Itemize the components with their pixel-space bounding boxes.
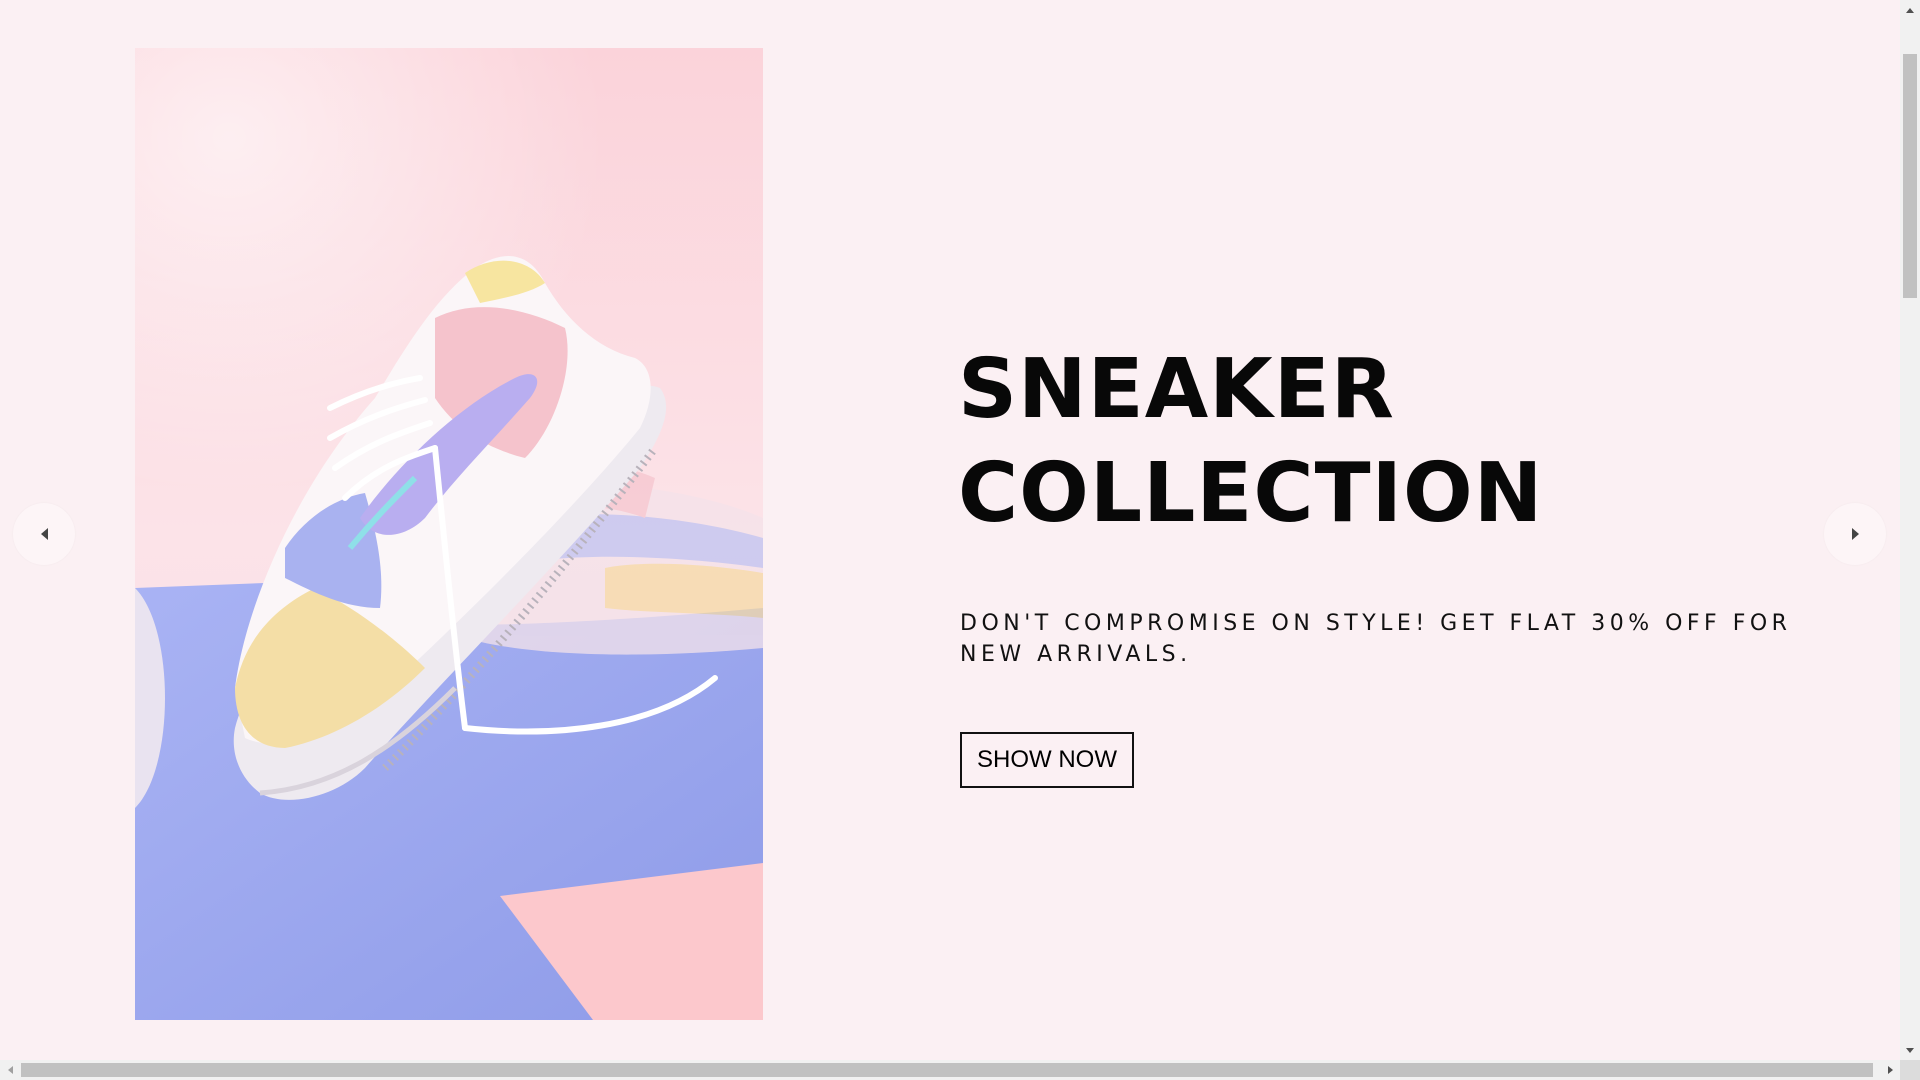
scroll-left-button[interactable] [0, 1060, 20, 1080]
hero-subtitle: DON'T COMPROMISE ON STYLE! GET FLAT 30% … [960, 611, 1792, 667]
hero-sneaker-image [135, 48, 763, 1020]
sneaker-illustration [135, 48, 763, 1020]
vertical-scrollbar-thumb[interactable] [1903, 54, 1917, 298]
scroll-up-button[interactable] [1900, 0, 1920, 20]
vertical-scrollbar[interactable] [1900, 0, 1920, 1060]
scroll-left-icon [7, 1066, 13, 1074]
scrollbar-corner [1900, 1060, 1920, 1080]
caret-left-icon [40, 528, 48, 540]
scroll-down-button[interactable] [1900, 1040, 1920, 1060]
scroll-right-button[interactable] [1880, 1060, 1900, 1080]
carousel-prev-button[interactable] [13, 503, 75, 565]
show-now-button[interactable]: SHOW NOW [960, 732, 1134, 788]
page: SNEAKER COLLECTION DON'T COMPROMISE ON S… [0, 0, 1900, 1060]
headline-line-1: SNEAKER [958, 342, 1395, 437]
carousel-next-button[interactable] [1824, 503, 1886, 565]
hero-headline: SNEAKER COLLECTION [958, 338, 1543, 546]
scroll-right-icon [1887, 1066, 1893, 1074]
horizontal-scrollbar-thumb[interactable] [21, 1063, 1873, 1077]
horizontal-scrollbar[interactable] [0, 1060, 1900, 1080]
scroll-down-icon [1906, 1047, 1914, 1053]
caret-right-icon [1851, 528, 1859, 540]
headline-line-2: COLLECTION [958, 446, 1544, 541]
scroll-up-icon [1906, 7, 1914, 13]
